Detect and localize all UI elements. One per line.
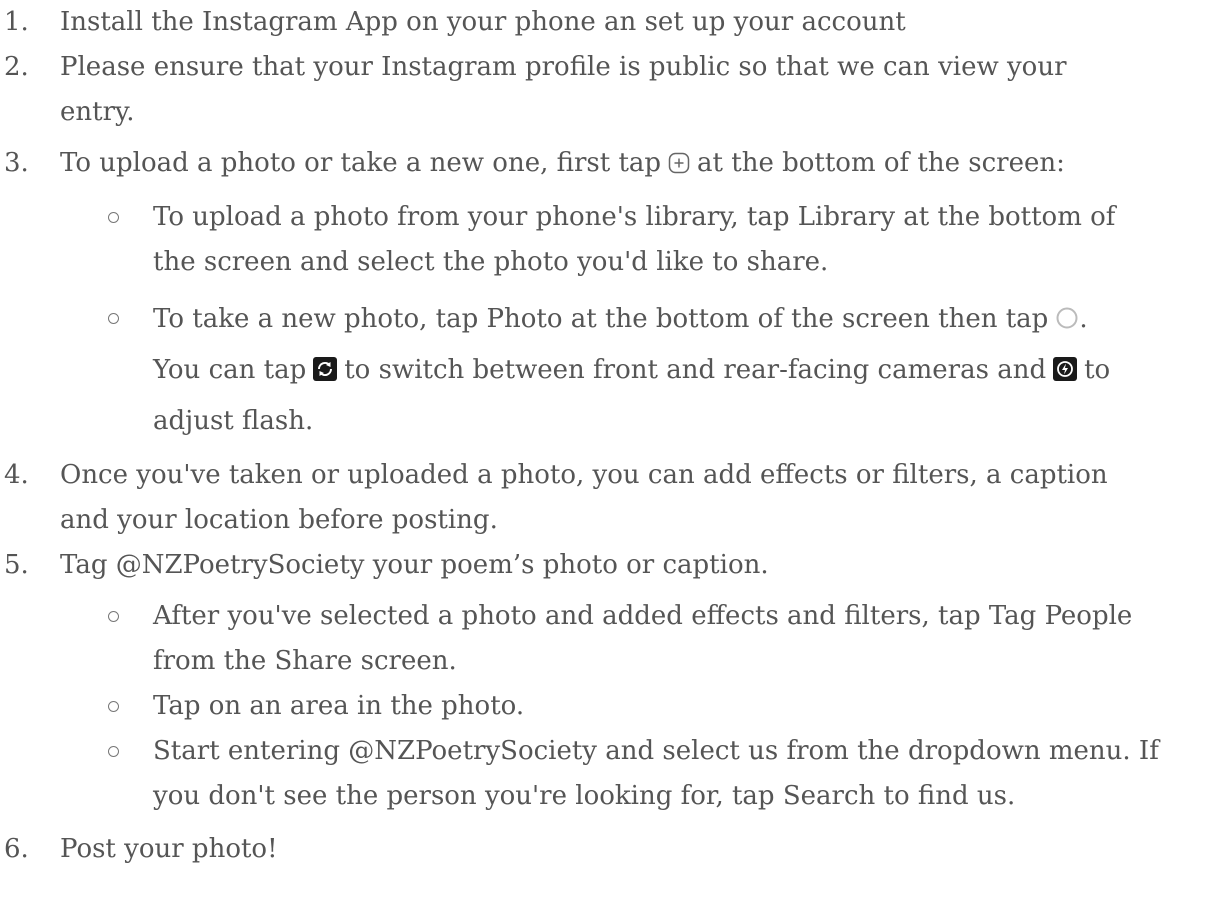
circle-bullet-icon	[108, 212, 119, 223]
sub-item-line-1: To upload a photo from your phone's libr…	[153, 202, 1116, 232]
step-text-before-icon: To upload a photo or take a new one, fir…	[60, 148, 662, 178]
step-number: 3.	[4, 148, 29, 178]
sub-item-search: Start entering @NZPoetrySociety and sele…	[0, 729, 1220, 819]
sub-item-line-1: After you've selected a photo and added …	[153, 601, 1133, 631]
sub-item-text: Tap on an area in the photo.	[153, 691, 525, 721]
step-text: Post your photo!	[60, 834, 278, 864]
steps-list: 1. Install the Instagram App on your pho…	[0, 0, 1220, 872]
sub-item-part-3: to switch between front and rear-facing …	[344, 355, 1047, 385]
step-4: 4. Once you've taken or uploaded a photo…	[0, 453, 1220, 543]
step-text-line-1: Once you've taken or uploaded a photo, y…	[60, 460, 1108, 490]
plus-square-icon	[668, 144, 690, 189]
sub-item-part-1: To take a new photo, tap Photo at the bo…	[153, 304, 1049, 334]
sub-item-line-2: you don't see the person you're looking …	[153, 781, 1016, 811]
step-6: 6. Post your photo!	[0, 827, 1220, 872]
step-3-sublist: To upload a photo from your phone's libr…	[0, 195, 1220, 445]
step-2: 2. Please ensure that your Instagram pro…	[0, 45, 1220, 135]
step-number: 6.	[4, 834, 29, 864]
sub-item-part-2: You can tap	[153, 355, 307, 385]
sub-item-take-photo: To take a new photo, tap Photo at the bo…	[0, 295, 1220, 445]
step-number: 1.	[4, 7, 29, 37]
step-5-sublist: After you've selected a photo and added …	[0, 594, 1220, 819]
circle-bullet-icon	[108, 313, 119, 324]
sub-item-tap-area: Tap on an area in the photo.	[0, 684, 1220, 729]
step-number: 5.	[4, 550, 29, 580]
flash-icon	[1053, 349, 1078, 397]
shutter-circle-icon	[1055, 298, 1079, 346]
sub-item-library: To upload a photo from your phone's libr…	[0, 195, 1220, 285]
sub-item-part-4: to	[1084, 355, 1111, 385]
sub-item-part-1-end: .	[1079, 304, 1088, 334]
step-5: 5. Tag @NZPoetrySociety your poem’s phot…	[0, 543, 1220, 594]
step-number: 2.	[4, 52, 29, 82]
instructions-page: 1. Install the Instagram App on your pho…	[0, 0, 1220, 921]
sub-item-line-1: Start entering @NZPoetrySociety and sele…	[153, 736, 1159, 766]
step-1: 1. Install the Instagram App on your pho…	[0, 0, 1220, 45]
step-text: Install the Instagram App on your phone …	[60, 7, 906, 37]
circle-bullet-icon	[108, 701, 119, 712]
step-text-line-2: entry.	[60, 97, 135, 127]
sub-item-line-2: the screen and select the photo you'd li…	[153, 247, 829, 277]
circle-bullet-icon	[108, 746, 119, 757]
switch-camera-icon	[313, 349, 338, 397]
step-text-line-1: Please ensure that your Instagram profil…	[60, 52, 1067, 82]
step-text: Tag @NZPoetrySociety your poem’s photo o…	[60, 550, 769, 580]
sub-item-line-3: adjust flash.	[153, 406, 314, 436]
step-text-after-icon: at the bottom of the screen:	[697, 148, 1065, 178]
sub-item-line-2: from the Share screen.	[153, 646, 457, 676]
step-text-line-2: and your location before posting.	[60, 505, 498, 535]
step-3: 3. To upload a photo or take a new one, …	[0, 135, 1220, 195]
circle-bullet-icon	[108, 611, 119, 622]
sub-item-tag-people: After you've selected a photo and added …	[0, 594, 1220, 684]
step-number: 4.	[4, 460, 29, 490]
